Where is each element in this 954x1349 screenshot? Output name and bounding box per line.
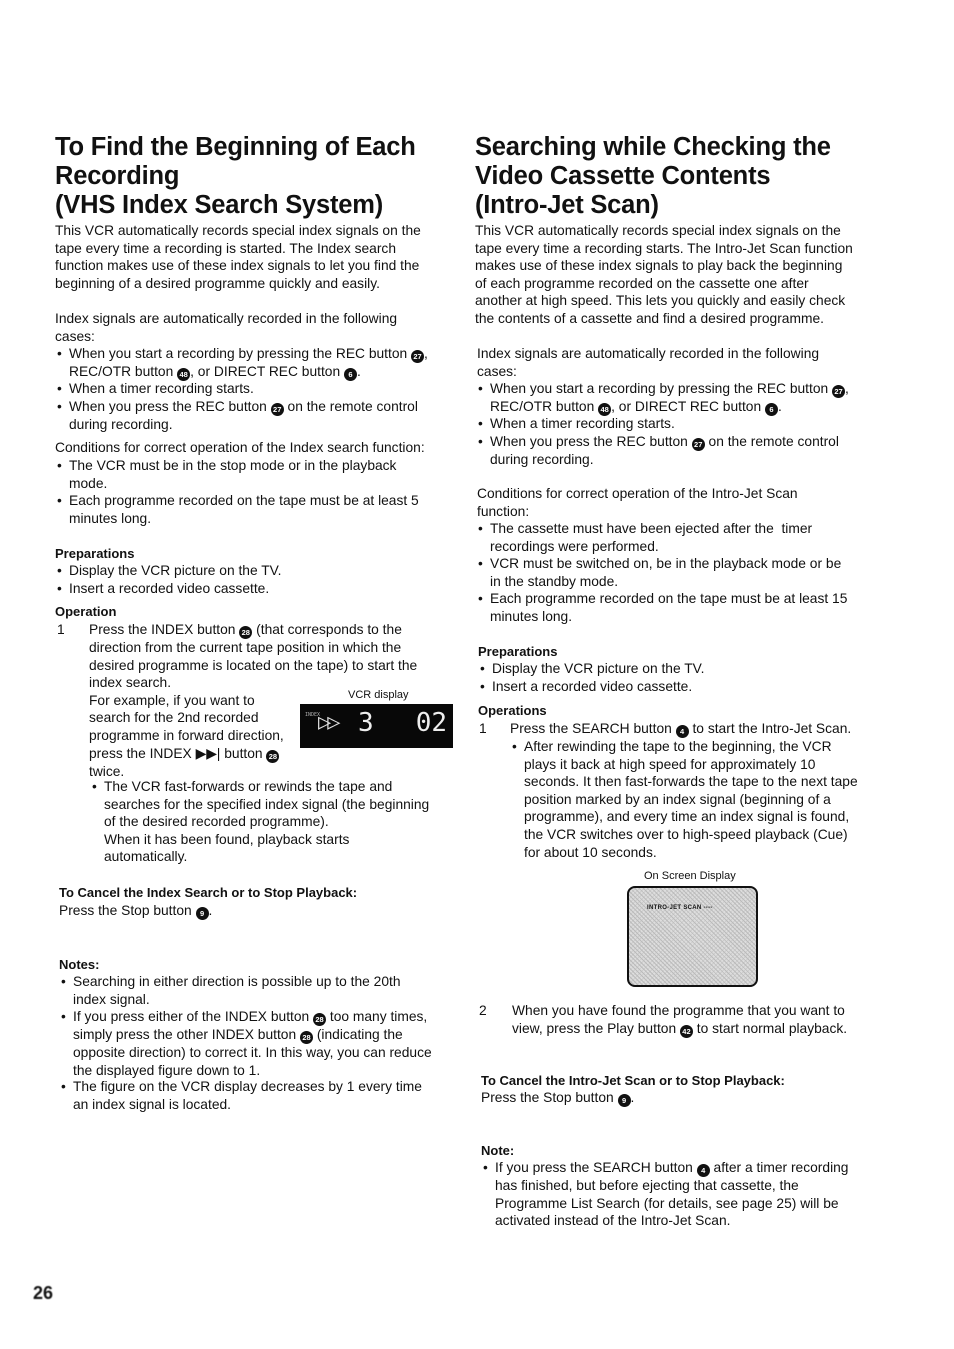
- left-note: Searching in either direction is possibl…: [61, 973, 400, 1008]
- forward-arrows-icon: ▷▷: [318, 710, 340, 735]
- right-preparation: Insert a recorded video cassette.: [480, 678, 692, 696]
- button-number-badge: 27: [832, 385, 846, 398]
- left-intro: This VCR automatically records special i…: [55, 223, 421, 291]
- left-condition: Each programme recorded on the tape must…: [57, 492, 419, 527]
- button-number-badge: 27: [411, 350, 425, 363]
- button-number-badge: 6: [765, 403, 778, 416]
- left-preparation: Insert a recorded video cassette.: [57, 580, 269, 598]
- right-preparation: Display the VCR picture on the TV.: [480, 660, 704, 678]
- left-step1-number: 1: [57, 622, 65, 637]
- osd-label: On Screen Display: [644, 870, 736, 882]
- right-note: If you press the SEARCH button 4 after a…: [483, 1159, 849, 1230]
- button-number-badge: 6: [344, 368, 357, 381]
- right-step1-number: 1: [479, 721, 487, 736]
- right-index-case: When you start a recording by pressing t…: [478, 380, 849, 416]
- right-condition: Each programme recorded on the tape must…: [478, 590, 847, 625]
- left-preparation: Display the VCR picture on the TV.: [57, 562, 281, 580]
- button-number-badge: 28: [239, 626, 253, 639]
- right-condition: The cassette must have been ejected afte…: [478, 520, 812, 555]
- left-index-intro: Index signals are automatically recorded…: [55, 311, 398, 344]
- right-intro: This VCR automatically records special i…: [475, 223, 853, 326]
- left-conditions-intro: Conditions for correct operation of the …: [55, 440, 425, 455]
- vcr-display-digit: 3: [358, 708, 374, 738]
- left-notes-heading: Notes:: [59, 957, 100, 972]
- right-conditions-intro: Conditions for correct operation of the …: [477, 486, 798, 519]
- button-number-badge: 42: [679, 1024, 693, 1038]
- vcr-display-label: VCR display: [348, 689, 409, 701]
- right-note-heading: Note:: [481, 1143, 515, 1158]
- button-number-badge: 4: [696, 1164, 710, 1177]
- osd-text: INTRO-JET SCAN ----: [647, 905, 713, 911]
- right-index-intro: Index signals are automatically recorded…: [477, 346, 820, 379]
- button-number-badge: 9: [195, 907, 209, 920]
- right-condition: VCR must be switched on, be in the playb…: [478, 555, 841, 590]
- on-screen-display: INTRO-JET SCAN ----: [627, 886, 758, 987]
- page-number: 26: [33, 1283, 54, 1303]
- right-cancel-text: Press the Stop button 9.: [481, 1090, 635, 1107]
- vcr-display-counter: 02: [415, 708, 447, 738]
- left-index-case: When you start a recording by pressing t…: [57, 345, 428, 381]
- right-cancel-heading: To Cancel the Intro-Jet Scan or to Stop …: [481, 1073, 785, 1088]
- left-step1-bullet: The VCR fast-forwards or rewinds the tap…: [92, 778, 429, 866]
- right-index-case: When you press the REC button 27 on the …: [478, 433, 839, 469]
- button-number-badge: 28: [313, 1013, 327, 1026]
- vcr-display: INDEX ▷▷ 3 02: [300, 704, 453, 748]
- right-step2-number: 2: [479, 1003, 487, 1018]
- right-index-case: When a timer recording starts.: [478, 415, 675, 433]
- left-title: To Find the Beginning of Each Recording …: [55, 133, 416, 219]
- left-note: The figure on the VCR display decreases …: [61, 1078, 422, 1113]
- button-number-badge: 27: [270, 403, 284, 416]
- right-operations-heading: Operations: [478, 703, 547, 718]
- left-cancel-heading: To Cancel the Index Search or to Stop Pl…: [59, 885, 358, 900]
- right-step2-text: When you have found the programme that y…: [512, 1003, 848, 1038]
- right-title: Searching while Checking the Video Casse…: [475, 133, 831, 219]
- left-index-case: When a timer recording starts.: [57, 380, 254, 398]
- left-operation-heading: Operation: [55, 604, 117, 619]
- right-preparations-heading: Preparations: [478, 644, 558, 659]
- left-cancel-text: Press the Stop button 9.: [59, 903, 213, 920]
- button-number-badge: 27: [691, 438, 705, 451]
- button-number-badge: 28: [266, 749, 280, 763]
- left-condition: The VCR must be in the stop mode or in t…: [57, 457, 396, 492]
- left-note: If you press either of the INDEX button …: [61, 1008, 432, 1079]
- button-number-badge: 9: [617, 1094, 631, 1107]
- button-number-badge: 28: [299, 1031, 313, 1044]
- button-number-badge: 4: [675, 725, 689, 738]
- right-step1-text: Press the SEARCH button 4 to start the I…: [510, 721, 852, 738]
- left-index-case: When you press the REC button 27 on the …: [57, 398, 418, 434]
- left-preparations-heading: Preparations: [55, 546, 135, 561]
- right-step1-bullet: After rewinding the tape to the beginnin…: [512, 738, 858, 861]
